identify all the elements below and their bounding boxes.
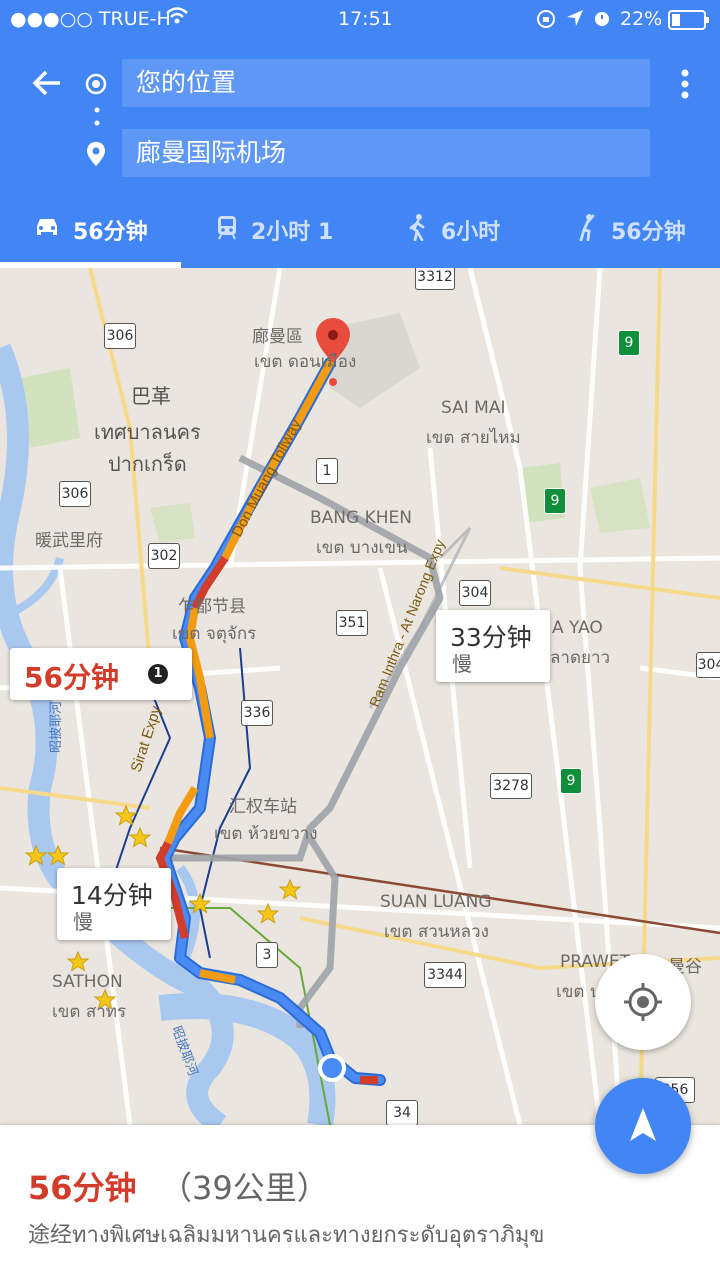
main-route-callout[interactable]: 56分钟 1 — [10, 648, 192, 700]
route-shield: 3344 — [424, 962, 466, 988]
alarm-icon — [592, 8, 612, 33]
rotation-lock-icon — [536, 9, 556, 34]
tab-driving[interactable]: 56分钟 — [33, 205, 148, 255]
river-label-1: 昭披耶河 — [49, 701, 64, 753]
route-shield: 306 — [104, 323, 136, 349]
alt-route-callout-1[interactable]: 33分钟 慢 — [436, 610, 550, 682]
route-shield: 34 — [386, 1100, 418, 1125]
train-icon — [215, 214, 239, 246]
tab-transit-label: 2小时 1 — [251, 220, 334, 245]
route-shield: 3278 — [490, 773, 532, 799]
route-shield-green: 9 — [618, 330, 640, 356]
wifi-icon — [165, 6, 189, 31]
origin-input[interactable]: 您的位置 — [122, 59, 650, 107]
battery-percent: 22% — [620, 8, 663, 30]
route-shield-green: 9 — [560, 768, 582, 794]
clock-time: 17:51 — [338, 8, 393, 30]
crosshair-icon — [624, 983, 662, 1021]
destination-input[interactable]: 廊曼国际机场 — [122, 129, 650, 177]
summary-via: 途经ทางพิเศษเฉลิมมหานครและทางยกระดับอุตราภ… — [28, 1223, 545, 1248]
place-pakkret-th2: ปากเกร็ด — [108, 452, 187, 476]
place-sai-mai-th: เขต สายไหม — [426, 428, 521, 448]
tab-ride-label: 56分钟 — [611, 220, 686, 245]
place-huai-khwang: 汇权车站 — [229, 797, 297, 817]
tab-walking-label: 6小时 — [441, 220, 501, 245]
start-navigation-button[interactable] — [595, 1078, 691, 1174]
more-options-icon[interactable] — [678, 68, 692, 104]
place-suan-luang-th: เขต สวนหลวง — [384, 922, 489, 942]
river-label-2: 昭披耶河 — [168, 1024, 200, 1078]
destination-pin-icon — [84, 140, 108, 172]
route-shield: 351 — [336, 610, 368, 636]
car-icon — [33, 215, 61, 245]
place-sathon-th: เขต สาทร — [52, 1002, 127, 1022]
tab-ride[interactable]: 56分钟 — [573, 205, 686, 255]
route-shield: 304 — [696, 652, 720, 678]
summary-distance: （39公里） — [160, 1169, 329, 1207]
place-bang-khen: BANG KHEN — [310, 508, 412, 528]
route-shield-green: 9 — [544, 488, 566, 514]
place-bang-khen-th: เขต บางเขน — [316, 538, 408, 558]
tab-walking[interactable]: 6小时 — [405, 205, 500, 255]
place-huai-khwang-th: เขต ห้วยขวาง — [214, 824, 318, 844]
route-shield: 336 — [241, 700, 273, 726]
place-pakkret: 巴革 — [131, 384, 171, 408]
location-arrow-icon — [566, 9, 584, 32]
route-shield: 3 — [256, 942, 278, 968]
toll-badge: 1 — [148, 664, 168, 684]
my-location-button[interactable] — [595, 954, 691, 1050]
summary-duration: 56分钟 — [28, 1169, 137, 1207]
route-shield: 302 — [148, 543, 180, 569]
connector-dots — [94, 106, 100, 132]
alt-route-1-traffic: 慢 — [452, 652, 472, 676]
ride-icon — [573, 213, 599, 247]
directions-header: ●●●○○ TRUE-H 17:51 22% 您的位置 廊曼国际机场 56分钟 … — [0, 0, 720, 268]
place-sathon: SATHON — [52, 972, 123, 992]
place-chatuchak: 乍都节县 — [178, 597, 246, 617]
place-donmueang: 廊曼區 — [252, 327, 303, 347]
walk-icon — [405, 213, 429, 247]
back-arrow-icon[interactable] — [30, 66, 64, 104]
status-bar: ●●●○○ TRUE-H 17:51 22% — [0, 0, 720, 40]
place-donmueang-th: เขต ดอนเมือง — [254, 352, 357, 372]
route-shield: 1 — [316, 458, 338, 484]
place-lat-yao: A YAO — [552, 618, 603, 638]
origin-dot-icon — [84, 72, 108, 100]
place-chatuchak-th: เขต จตุจักร — [172, 624, 257, 644]
route-shield: 304 — [459, 580, 491, 606]
alt-route-2-traffic: 慢 — [73, 910, 93, 934]
tab-driving-label: 56分钟 — [73, 220, 148, 245]
place-nonthaburi: 暖武里府 — [35, 531, 103, 551]
place-lat-yao-th: ลาดยาว — [550, 648, 611, 668]
place-sai-mai: SAI MAI — [441, 398, 506, 418]
route-shield: 3312 — [415, 268, 455, 290]
place-suan-luang: SUAN LUANG — [380, 892, 492, 912]
main-route-time: 56分钟 — [24, 661, 119, 694]
battery-icon — [668, 10, 710, 35]
tab-transit[interactable]: 2小时 1 — [215, 205, 333, 255]
place-pakkret-th1: เทศบาลนคร — [94, 420, 201, 444]
carrier-label: ●●●○○ TRUE-H — [10, 8, 171, 30]
alt-route-callout-2[interactable]: 14分钟 慢 — [57, 868, 171, 940]
route-shield: 306 — [59, 481, 91, 507]
map-view[interactable]: Don Muang Tollway Sirat Expy Ram Inthra … — [0, 268, 720, 1125]
road-label-don-muang: Don Muang Tollway — [229, 416, 306, 540]
place-prawet-th: เขต ป — [556, 982, 601, 1002]
navigation-arrow-icon — [630, 1108, 656, 1141]
